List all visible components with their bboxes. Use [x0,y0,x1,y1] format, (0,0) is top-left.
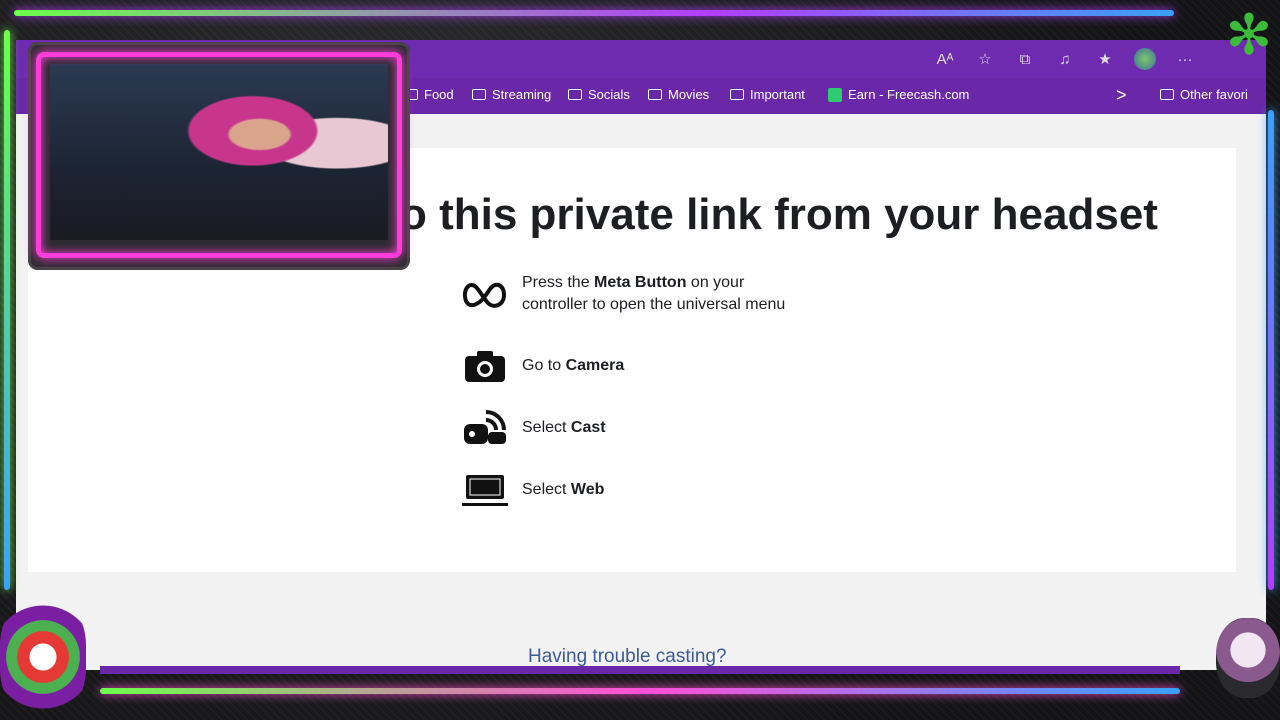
favorite-star-icon[interactable]: ☆ [974,50,996,68]
neon-border-bottom [100,688,1180,694]
step-text-bold: Camera [565,357,625,374]
favorite-important[interactable]: Important [730,87,805,102]
favorite-food[interactable]: Food [404,87,454,102]
neon-border-right [1268,110,1274,590]
folder-icon [1160,89,1174,100]
favorite-label: Earn - Freecash.com [848,87,970,102]
step-meta-button: Press the Meta Button on your controller… [460,272,785,316]
folder-icon [568,89,582,100]
step-text-pre: Select [522,419,571,436]
folder-icon [472,89,486,100]
profile-avatar[interactable] [1134,48,1156,70]
favorites-icon[interactable]: ★ [1094,50,1116,68]
folder-icon [648,89,662,100]
cast-icon [460,408,510,448]
read-aloud-icon[interactable]: Aᴬ [934,51,956,68]
step-cast: Select Cast [460,408,606,448]
toolbar-actions: Aᴬ ☆ ⧉ ♫ ★ ··· [934,48,1196,70]
folder-icon [730,89,744,100]
camera-icon [460,346,510,386]
favorite-label: Movies [668,87,710,102]
step-text-pre: Select [522,481,571,498]
extensions-icon[interactable]: ⧉ [1014,51,1036,68]
step-text-pre: Press the [522,274,595,291]
step-text-post: on your [686,274,745,291]
favorite-movies[interactable]: Movies [648,87,709,102]
other-favorites[interactable]: Other favori [1160,87,1248,102]
cannabis-leaf-icon: ✻ [1225,3,1273,66]
wolf-logo [0,598,86,716]
favorite-label: Food [424,87,454,102]
skull-logo [1216,618,1280,698]
meta-logo-icon [460,274,510,314]
step-text-line2: controller to open the universal menu [522,296,786,313]
chevron-right-icon[interactable]: > [1116,85,1127,106]
step-text-bold: Cast [570,419,606,436]
favorite-label: Important [750,87,805,102]
media-icon[interactable]: ♫ [1054,51,1076,68]
neon-border-top [14,10,1174,16]
trouble-casting-link[interactable]: Having trouble casting? [528,646,727,668]
favorite-streaming[interactable]: Streaming [472,87,551,102]
step-text-bold: Web [570,481,605,498]
favorite-socials[interactable]: Socials [568,87,630,102]
step-camera: Go to Camera [460,346,624,386]
other-favorites-label: Other favori [1180,87,1248,102]
freecash-icon [828,87,842,102]
favorite-label: Streaming [492,87,552,102]
page-title: o this private link from your headset [400,190,1158,239]
step-web: Select Web [460,470,604,510]
webcam-neon-border [36,52,402,258]
neon-border-left [4,30,10,590]
favorite-label: Socials [588,87,630,102]
laptop-icon [460,470,510,510]
step-text-pre: Go to [522,357,566,374]
step-text-bold: Meta Button [594,274,687,291]
more-icon[interactable]: ··· [1174,51,1196,68]
favorite-freecash[interactable]: Earn - Freecash.com [828,87,969,102]
